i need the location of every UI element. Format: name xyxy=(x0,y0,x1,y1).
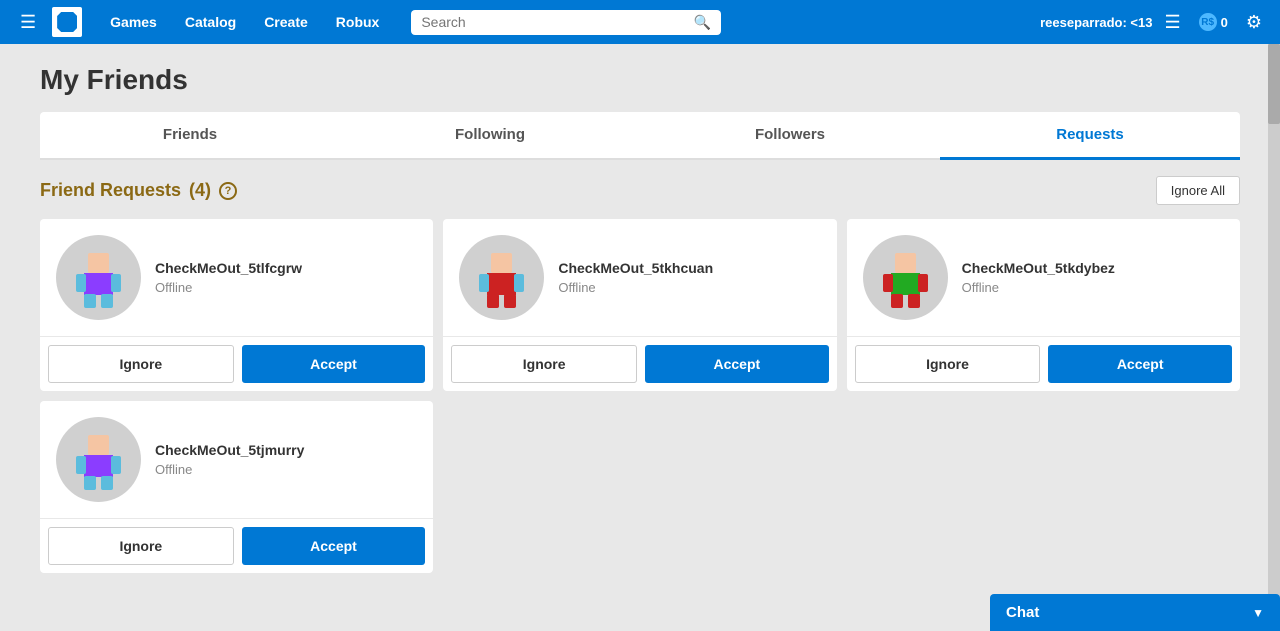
chat-label: Chat xyxy=(1006,604,1039,621)
username-display: reeseparrado: <13 xyxy=(1040,15,1152,30)
accept-button[interactable]: Accept xyxy=(645,345,829,383)
accept-button[interactable]: Accept xyxy=(242,527,426,565)
ignore-button[interactable]: Ignore xyxy=(48,527,234,565)
section-title: Friend Requests (4) ? xyxy=(40,180,237,201)
robux-count: 0 xyxy=(1221,15,1228,30)
nav-right-section: reeseparrado: <13 ☰ R$ 0 ⚙ xyxy=(1040,8,1268,37)
chat-bar[interactable]: Chat ▼ xyxy=(990,594,1280,631)
nav-links: Games Catalog Create Robux xyxy=(98,8,391,36)
card-status: Offline xyxy=(155,462,417,477)
card-status: Offline xyxy=(155,280,417,295)
notifications-icon[interactable]: ☰ xyxy=(1158,8,1186,37)
friend-requests-grid: CheckMeOut_5tlfcgrw Offline Ignore Accep… xyxy=(40,219,1240,573)
page-title: My Friends xyxy=(40,64,1240,96)
ignore-button[interactable]: Ignore xyxy=(451,345,637,383)
card-top: CheckMeOut_5tlfcgrw Offline xyxy=(40,219,433,336)
hamburger-menu-icon[interactable]: ☰ xyxy=(12,8,44,37)
avatar xyxy=(863,235,948,320)
card-top: CheckMeOut_5tjmurry Offline xyxy=(40,401,433,518)
robux-icon: R$ xyxy=(1199,13,1217,31)
friend-request-card: CheckMeOut_5tkdybez Offline Ignore Accep… xyxy=(847,219,1240,391)
requests-section: Friend Requests (4) ? Ignore All xyxy=(40,160,1240,589)
roblox-logo[interactable] xyxy=(52,7,82,37)
ignore-all-button[interactable]: Ignore All xyxy=(1156,176,1240,205)
friend-request-card: CheckMeOut_5tlfcgrw Offline Ignore Accep… xyxy=(40,219,433,391)
card-actions: Ignore Accept xyxy=(40,518,433,573)
accept-button[interactable]: Accept xyxy=(1048,345,1232,383)
card-actions: Ignore Accept xyxy=(847,336,1240,391)
search-icon: 🔍 xyxy=(694,14,711,31)
card-username: CheckMeOut_5tkdybez xyxy=(962,260,1224,276)
robux-display[interactable]: R$ 0 xyxy=(1193,9,1234,35)
nav-robux-link[interactable]: Robux xyxy=(324,8,392,36)
ignore-button[interactable]: Ignore xyxy=(48,345,234,383)
chat-chevron-icon: ▼ xyxy=(1252,606,1264,620)
navbar: ☰ Games Catalog Create Robux 🔍 reeseparr… xyxy=(0,0,1280,44)
card-top: CheckMeOut_5tkdybez Offline xyxy=(847,219,1240,336)
nav-catalog-link[interactable]: Catalog xyxy=(173,8,248,36)
avatar xyxy=(459,235,544,320)
friend-request-card: CheckMeOut_5tkhcuan Offline Ignore Accep… xyxy=(443,219,836,391)
card-info: CheckMeOut_5tlfcgrw Offline xyxy=(155,260,417,295)
card-info: CheckMeOut_5tkhcuan Offline xyxy=(558,260,820,295)
card-top: CheckMeOut_5tkhcuan Offline xyxy=(443,219,836,336)
scrollbar-thumb[interactable] xyxy=(1268,44,1280,124)
tab-requests[interactable]: Requests xyxy=(940,112,1240,160)
card-username: CheckMeOut_5tkhcuan xyxy=(558,260,820,276)
tab-friends[interactable]: Friends xyxy=(40,112,340,160)
search-input[interactable] xyxy=(421,14,694,30)
card-info: CheckMeOut_5tjmurry Offline xyxy=(155,442,417,477)
tab-followers[interactable]: Followers xyxy=(640,112,940,160)
tabs-container: Friends Following Followers Requests xyxy=(40,112,1240,160)
section-count: (4) xyxy=(189,180,211,201)
section-header: Friend Requests (4) ? Ignore All xyxy=(40,176,1240,205)
nav-create-link[interactable]: Create xyxy=(252,8,320,36)
scrollbar[interactable] xyxy=(1268,44,1280,631)
card-info: CheckMeOut_5tkdybez Offline xyxy=(962,260,1224,295)
ignore-button[interactable]: Ignore xyxy=(855,345,1041,383)
card-username: CheckMeOut_5tjmurry xyxy=(155,442,417,458)
nav-games-link[interactable]: Games xyxy=(98,8,169,36)
main-content: My Friends Friends Following Followers R… xyxy=(0,44,1280,631)
avatar xyxy=(56,235,141,320)
card-status: Offline xyxy=(962,280,1224,295)
card-actions: Ignore Accept xyxy=(443,336,836,391)
accept-button[interactable]: Accept xyxy=(242,345,426,383)
avatar xyxy=(56,417,141,502)
section-title-text: Friend Requests xyxy=(40,180,181,201)
friend-request-card: CheckMeOut_5tjmurry Offline Ignore Accep… xyxy=(40,401,433,573)
card-status: Offline xyxy=(558,280,820,295)
tab-following[interactable]: Following xyxy=(340,112,640,160)
info-icon[interactable]: ? xyxy=(219,182,237,200)
search-bar: 🔍 xyxy=(411,10,721,35)
settings-icon[interactable]: ⚙ xyxy=(1240,8,1268,37)
card-username: CheckMeOut_5tlfcgrw xyxy=(155,260,417,276)
card-actions: Ignore Accept xyxy=(40,336,433,391)
